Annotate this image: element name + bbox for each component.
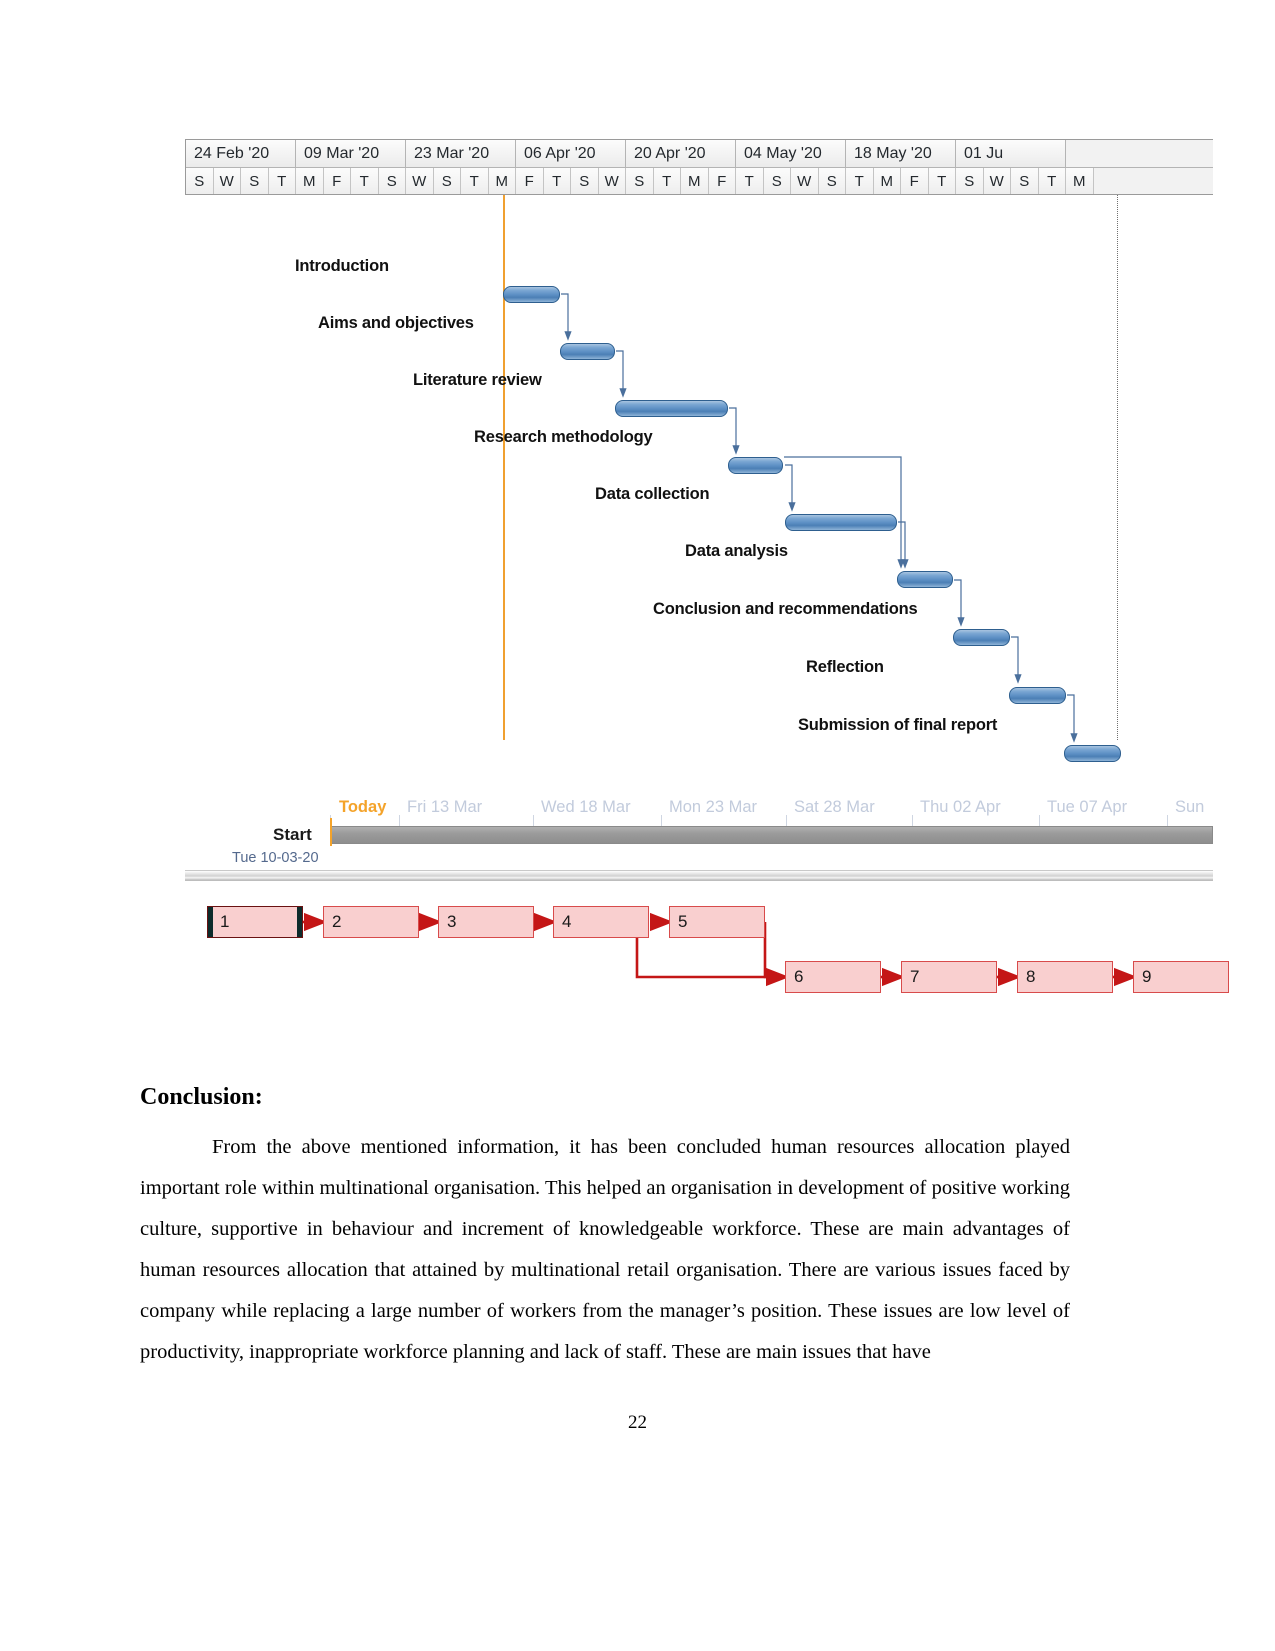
gantt-finish-line <box>1117 195 1118 740</box>
gantt-day-cell: S <box>763 168 791 194</box>
gantt-week-cell: 09 Mar '20 <box>296 140 406 167</box>
gantt-week-cell: 06 Apr '20 <box>516 140 626 167</box>
gantt-day-cell: S <box>186 168 214 194</box>
network-node[interactable]: 7 <box>901 961 997 993</box>
gantt-day-cell: S <box>1011 168 1039 194</box>
conclusion-paragraph: From the above mentioned information, it… <box>140 1136 1070 1363</box>
gantt-week-cell: 23 Mar '20 <box>406 140 516 167</box>
gantt-day-cell: W <box>598 168 626 194</box>
gantt-task-label: Reflection <box>806 658 884 676</box>
timeline-project-bar[interactable] <box>330 826 1213 844</box>
gantt-week-cell: 01 Ju <box>956 140 1066 167</box>
conclusion-heading: Conclusion: <box>140 1084 263 1110</box>
gantt-task-label: Conclusion and recommendations <box>653 600 918 618</box>
network-node[interactable]: 6 <box>785 961 881 993</box>
gantt-chart-figure: 24 Feb '20 09 Mar '20 23 Mar '20 06 Apr '20… <box>185 139 1213 762</box>
gantt-day-cell: S <box>956 168 984 194</box>
gantt-day-cell: S <box>626 168 654 194</box>
pane-divider[interactable] <box>185 870 1213 881</box>
gantt-task-label: Introduction <box>295 257 389 275</box>
gantt-day-cell: T <box>846 168 874 194</box>
network-node[interactable]: 1 <box>207 906 303 938</box>
gantt-day-cell: F <box>708 168 736 194</box>
timeline-date-labels: Today Fri 13 Mar Wed 18 Mar Mon 23 Mar Sat 2… <box>185 795 1213 829</box>
gantt-task-label: Literature review <box>413 371 542 389</box>
gantt-task-label: Research methodology <box>474 428 653 446</box>
page-number: 22 <box>628 1412 647 1433</box>
timeline-date-label: Wed 18 Mar <box>541 798 631 816</box>
gantt-day-cell: T <box>1038 168 1066 194</box>
gantt-day-cell: T <box>736 168 764 194</box>
gantt-day-cell: S <box>378 168 406 194</box>
gantt-day-cell: S <box>241 168 269 194</box>
network-node[interactable]: 9 <box>1133 961 1229 993</box>
gantt-day-cell: W <box>406 168 434 194</box>
gantt-timescale-header: 24 Feb '20 09 Mar '20 23 Mar '20 06 Apr '20… <box>185 139 1213 195</box>
gantt-day-cell: F <box>516 168 544 194</box>
timeline-date-label: Sun <box>1175 798 1205 816</box>
gantt-day-cell: F <box>323 168 351 194</box>
gantt-day-cell: S <box>433 168 461 194</box>
gantt-task-label: Aims and objectives <box>318 314 474 332</box>
gantt-day-cell: T <box>461 168 489 194</box>
network-node[interactable]: 2 <box>323 906 419 938</box>
timeline-date-label: Fri 13 Mar <box>407 798 483 816</box>
gantt-day-cell: T <box>543 168 571 194</box>
gantt-day-cell: T <box>928 168 956 194</box>
timeline-date-label: Sat 28 Mar <box>794 798 875 816</box>
gantt-week-cell: 04 May '20 <box>736 140 846 167</box>
document-text-block: Conclusion: From the above mentioned inf… <box>140 1084 1070 1373</box>
gantt-day-cell: S <box>818 168 846 194</box>
gantt-task-bar[interactable] <box>785 514 897 531</box>
gantt-week-cell: 18 May '20 <box>846 140 956 167</box>
gantt-day-cell: W <box>983 168 1011 194</box>
gantt-day-cell: M <box>681 168 709 194</box>
gantt-day-cell: T <box>653 168 681 194</box>
gantt-task-label: Data collection <box>595 485 710 503</box>
gantt-dependency-links <box>561 293 1078 743</box>
network-node[interactable]: 3 <box>438 906 534 938</box>
network-node[interactable]: 5 <box>669 906 765 938</box>
gantt-task-label: Submission of final report <box>798 716 998 734</box>
gantt-week-row: 24 Feb '20 09 Mar '20 23 Mar '20 06 Apr '20… <box>186 140 1213 168</box>
timeline-start-label: Start <box>273 825 312 844</box>
timeline-start-date: Tue 10-03-20 <box>232 850 319 866</box>
timeline-today-marker <box>330 818 332 846</box>
timeline-date-label: Tue 07 Apr <box>1047 798 1128 816</box>
gantt-day-cell: F <box>901 168 929 194</box>
gantt-task-bar[interactable] <box>897 571 953 588</box>
gantt-day-cell: M <box>1066 168 1094 194</box>
gantt-week-cell: 20 Apr '20 <box>626 140 736 167</box>
gantt-day-cell: M <box>488 168 516 194</box>
gantt-day-cell: M <box>873 168 901 194</box>
network-node[interactable]: 8 <box>1017 961 1113 993</box>
gantt-task-bar[interactable] <box>728 457 783 474</box>
gantt-day-cell: W <box>791 168 819 194</box>
network-diagram: 123456789 <box>185 888 1229 1008</box>
network-node[interactable]: 4 <box>553 906 649 938</box>
gantt-task-bar[interactable] <box>615 400 728 417</box>
gantt-task-bar[interactable] <box>503 286 560 303</box>
gantt-task-bar[interactable] <box>560 343 615 360</box>
gantt-today-line <box>503 195 505 740</box>
gantt-day-cell: T <box>268 168 296 194</box>
gantt-day-cell: W <box>213 168 241 194</box>
gantt-task-bar[interactable] <box>1064 745 1121 762</box>
timeline-date-label: Mon 23 Mar <box>669 798 758 816</box>
gantt-chart-body: Introduction Aims and objectives Literatur… <box>185 195 1213 762</box>
timeline-today-label: Today <box>339 798 387 816</box>
gantt-day-row: SWSTMFTSWSTMFTSWSTMFTSWSTMFTSWSTM <box>186 168 1213 194</box>
gantt-day-cell: T <box>351 168 379 194</box>
gantt-task-label: Data analysis <box>685 542 788 560</box>
gantt-task-bar[interactable] <box>953 629 1010 646</box>
gantt-task-bar[interactable] <box>1009 687 1066 704</box>
gantt-day-cell: S <box>571 168 599 194</box>
gantt-day-cell: M <box>296 168 324 194</box>
timeline-date-label: Thu 02 Apr <box>920 798 1001 816</box>
gantt-week-cell: 24 Feb '20 <box>186 140 296 167</box>
